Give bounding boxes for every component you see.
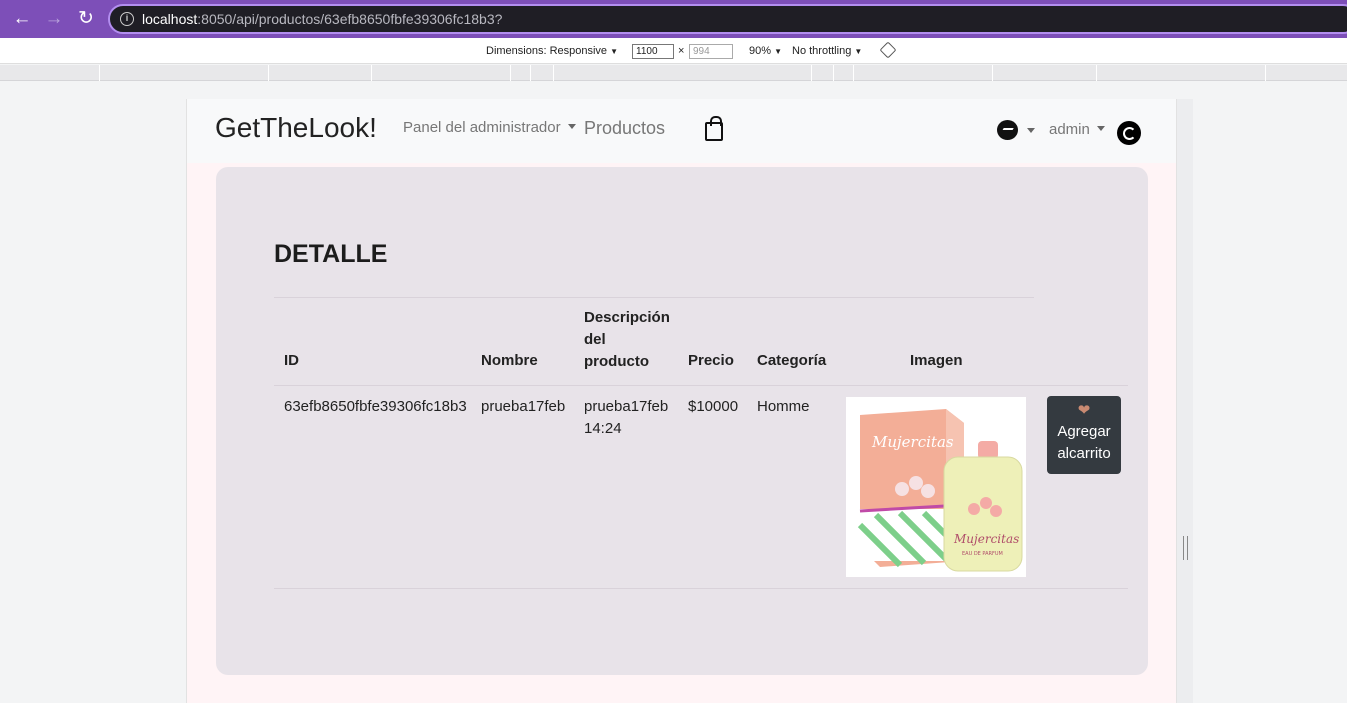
cell-category: Homme [757, 398, 810, 415]
browser-toolbar: ← → ↻ i localhost:8050/api/productos/63e… [0, 0, 1347, 38]
chevron-down-icon [567, 124, 576, 129]
height-input[interactable]: 994 [689, 44, 733, 59]
products-link[interactable]: Productos [584, 118, 665, 139]
shopping-bag-icon[interactable] [705, 116, 723, 141]
page-title: DETALLE [274, 240, 388, 268]
site-navbar: GetTheLook! Panel del administrador Prod… [187, 99, 1176, 163]
bottle-flower [968, 503, 980, 515]
rotate-icon[interactable] [879, 41, 897, 59]
bottle-flower [980, 497, 992, 509]
forward-icon[interactable]: → [43, 8, 65, 30]
messenger-icon[interactable] [997, 120, 1018, 140]
address-bar[interactable]: i localhost:8050/api/productos/63efb8650… [108, 4, 1347, 34]
header-category: Categoría [757, 352, 827, 369]
viewport-resize-handle[interactable] [1183, 536, 1188, 560]
ruler-tick [99, 65, 100, 81]
table-top-border [274, 297, 1034, 298]
table-header-border [274, 385, 1128, 386]
cell-name: prueba17feb [481, 398, 566, 415]
tulip-flower [921, 484, 935, 498]
admin-panel-dropdown[interactable]: Panel del administrador [403, 119, 576, 136]
bottle-brand-text: Mujercitas [953, 532, 1019, 546]
width-input[interactable]: 1100 [632, 44, 674, 59]
times-sign: × [678, 45, 685, 57]
cell-description: prueba17feb 14:24 [584, 398, 669, 437]
perfume-illustration: Mujercitas Mujercitas EAU DE PARFUM [857, 409, 1023, 572]
header-image: Imagen [910, 352, 963, 369]
header-id: ID [284, 352, 299, 369]
chevron-down-icon [1096, 126, 1105, 131]
page-viewport: GetTheLook! Panel del administrador Prod… [186, 99, 1177, 703]
header-name: Nombre [481, 352, 538, 369]
header-description: Descripción del producto [584, 309, 670, 370]
cell-price: $10000 [688, 398, 739, 415]
table-bottom-border [274, 588, 1128, 589]
url-text: localhost:8050/api/productos/63efb8650fb… [142, 11, 503, 27]
ruler-tick [992, 65, 993, 81]
zoom-select[interactable]: 90% ▼ [749, 45, 782, 57]
ruler-tick [1265, 65, 1266, 81]
ruler-tick [1096, 65, 1097, 81]
device-toolbar: Dimensions: Responsive ▼ 1100 × 994 90% … [0, 38, 1347, 64]
ruler-tick [371, 65, 372, 81]
cell-id: 63efb8650fbfe39306fc18b3 [284, 398, 467, 415]
bottle-cap [978, 441, 998, 459]
bottle-sub-text: EAU DE PARFUM [962, 551, 1003, 557]
dimensions-select[interactable]: Dimensions: Responsive ▼ [486, 45, 618, 57]
throttle-select[interactable]: No throttling ▼ [792, 45, 862, 57]
ruler-tick [553, 65, 554, 81]
box-brand-text: Mujercitas [871, 433, 954, 451]
media-query-ruler [0, 65, 1347, 81]
tulip-flower [895, 482, 909, 496]
back-icon[interactable]: ← [11, 8, 33, 30]
product-image: Mujercitas Mujercitas EAU DE PARFUM [846, 397, 1026, 577]
bottle-flower [990, 505, 1002, 517]
ruler-tick [811, 65, 812, 81]
ruler-tick [853, 65, 854, 81]
ruler-tick [833, 65, 834, 81]
tulip-flower [909, 476, 923, 490]
heart-icon: ❤ [1077, 402, 1091, 419]
chevron-down-icon[interactable] [1027, 128, 1035, 133]
add-to-cart-button[interactable]: ❤ Agregar alcarrito [1047, 396, 1121, 474]
ruler-tick [530, 65, 531, 81]
logout-icon[interactable] [1117, 121, 1141, 145]
user-dropdown[interactable]: admin [1049, 121, 1105, 138]
ruler-tick [268, 65, 269, 81]
brand-logo[interactable]: GetTheLook! [215, 112, 377, 144]
reload-icon[interactable]: ↻ [75, 8, 97, 30]
site-info-icon[interactable]: i [120, 12, 134, 26]
viewport-gutter [1177, 99, 1193, 703]
ruler-tick [510, 65, 511, 81]
header-price: Precio [688, 352, 734, 369]
